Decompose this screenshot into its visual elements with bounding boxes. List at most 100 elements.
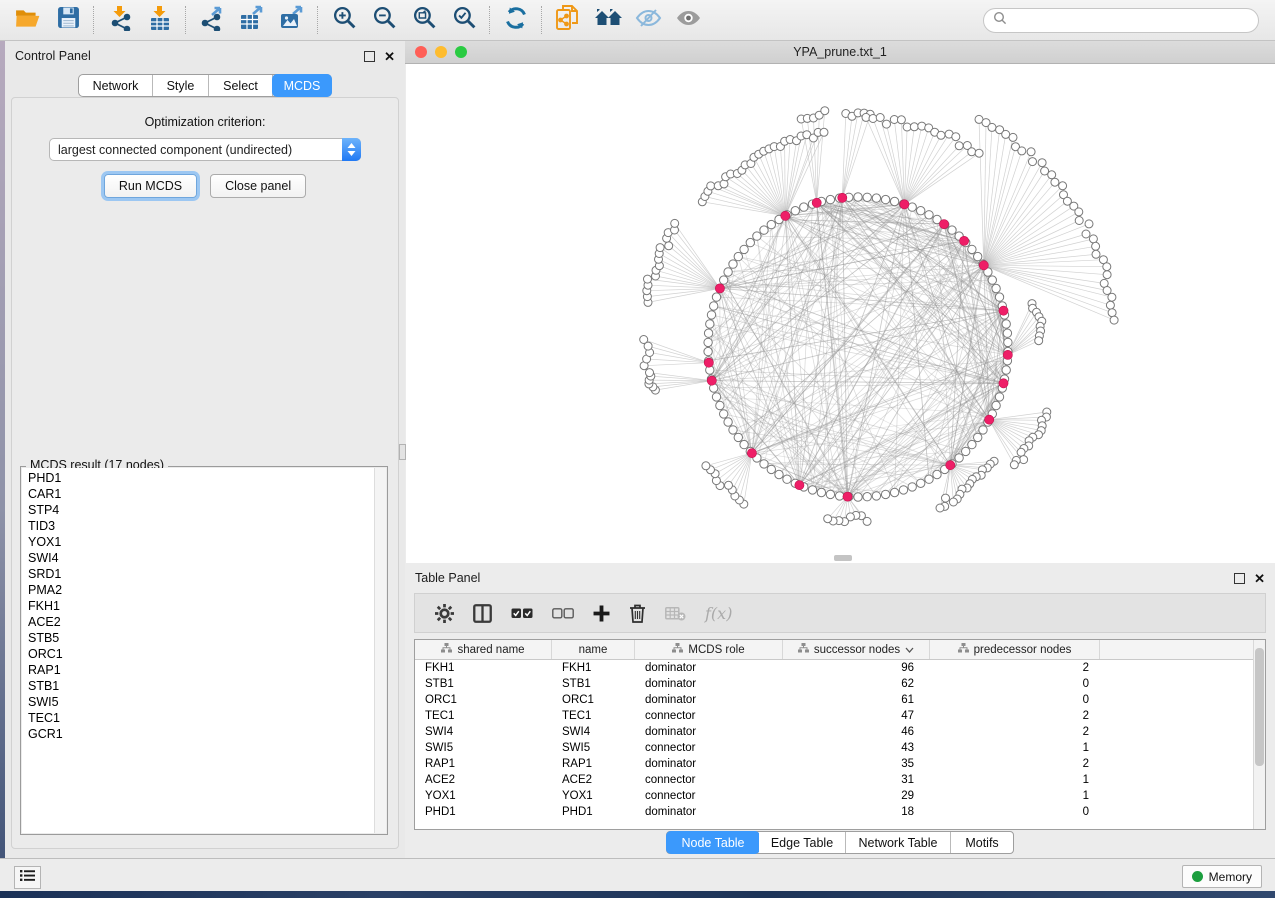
cell-MCDS-role: dominator [635,756,783,772]
table-row[interactable]: RAP1RAP1dominator352 [415,756,1265,772]
run-mcds-button[interactable]: Run MCDS [104,174,197,198]
mcds-result-item[interactable]: SRD1 [22,566,374,582]
mcds-result-item[interactable]: YOX1 [22,534,374,550]
tab-node-table[interactable]: Node Table [666,831,760,854]
mcds-result-item[interactable]: SWI5 [22,694,374,710]
select-all-button[interactable] [511,607,533,620]
refresh-button[interactable] [496,3,536,37]
mcds-result-item[interactable]: STB5 [22,630,374,646]
close-panel-icon[interactable]: ✕ [384,50,395,63]
mcds-list-scrollbar[interactable] [374,468,386,833]
import-network-button[interactable] [100,3,140,37]
save-session-button[interactable] [48,3,88,37]
search-input[interactable] [1013,12,1249,28]
zoom-fit-button[interactable] [404,3,444,37]
cell-shared-name: SWI4 [415,724,552,740]
delete-column-button[interactable] [629,604,646,623]
tab-network[interactable]: Network [79,75,153,96]
zoom-in-icon [332,5,357,35]
column-header-successor-nodes[interactable]: successor nodes [783,640,930,659]
network-hscroll-thumb[interactable] [834,555,852,561]
network-window-title: YPA_prune.txt_1 [405,45,1275,59]
table-row[interactable]: ORC1ORC1dominator610 [415,692,1265,708]
task-history-button[interactable] [14,866,41,889]
mcds-result-item[interactable]: STB1 [22,678,374,694]
mcds-result-item[interactable]: PMA2 [22,582,374,598]
mcds-result-item[interactable]: TID3 [22,518,374,534]
show-columns-button[interactable] [473,604,492,623]
zoom-selected-button[interactable] [444,3,484,37]
tab-motifs[interactable]: Motifs [951,832,1013,853]
close-panel-button[interactable]: Close panel [210,174,306,198]
mcds-result-item[interactable]: STP4 [22,502,374,518]
export-network-button[interactable] [192,3,232,37]
zoom-in-button[interactable] [324,3,364,37]
toolbar-separator [317,6,319,34]
mcds-result-item[interactable]: FKH1 [22,598,374,614]
zoom-out-button[interactable] [364,3,404,37]
table-row[interactable]: SWI4SWI4dominator462 [415,724,1265,740]
cell-predecessor-nodes: 0 [930,804,1100,820]
table-row[interactable]: ACE2ACE2connector311 [415,772,1265,788]
close-panel-icon[interactable]: ✕ [1254,572,1265,585]
network-canvas[interactable] [406,64,1275,563]
tab-mcds[interactable]: MCDS [272,74,332,97]
export-image-button[interactable] [272,3,312,37]
search-icon [993,11,1007,30]
import-table-button[interactable] [140,3,180,37]
table-panel-title: Table Panel [415,571,480,585]
export-table-button[interactable] [232,3,272,37]
mcds-result-groupbox: MCDS result (17 nodes) PHD1CAR1STP4TID3Y… [20,466,388,835]
table-scrollbar-thumb[interactable] [1255,648,1264,766]
duplicate-network-button[interactable] [548,3,588,37]
table-row[interactable]: PHD1PHD1dominator180 [415,804,1265,820]
tab-select[interactable]: Select [209,75,273,96]
first-neighbors-button[interactable] [588,3,628,37]
tab-network-table[interactable]: Network Table [846,832,951,853]
mcds-result-item[interactable]: TEC1 [22,710,374,726]
column-header-shared-name[interactable]: shared name [415,640,552,659]
toolbar-separator [93,6,95,34]
table-panel: Table Panel ✕ f(x) shared namenameMCDS r… [405,563,1275,858]
column-header-predecessor-nodes[interactable]: predecessor nodes [930,640,1100,659]
search-box[interactable] [983,8,1259,33]
mcds-result-list[interactable]: PHD1CAR1STP4TID3YOX1SWI4SRD1PMA2FKH1ACE2… [22,468,386,833]
table-row[interactable]: FKH1FKH1dominator962 [415,660,1265,676]
memory-button[interactable]: Memory [1182,865,1262,888]
cell-predecessor-nodes: 1 [930,788,1100,804]
cell-shared-name: ACE2 [415,772,552,788]
mcds-result-item[interactable]: ACE2 [22,614,374,630]
table-row[interactable]: YOX1YOX1connector291 [415,788,1265,804]
mcds-result-item[interactable]: GCR1 [22,726,374,742]
cell-MCDS-role: connector [635,788,783,804]
tab-style[interactable]: Style [153,75,209,96]
mcds-result-item[interactable]: CAR1 [22,486,374,502]
table-row[interactable]: STB1STB1dominator620 [415,676,1265,692]
table-row[interactable]: SWI5SWI5connector431 [415,740,1265,756]
table-settings-button[interactable] [435,604,454,623]
table-scrollbar[interactable] [1253,640,1265,829]
float-panel-icon[interactable] [1234,573,1245,584]
splitter-handle[interactable] [399,444,406,460]
open-session-button[interactable] [8,3,48,37]
column-header-MCDS-role[interactable]: MCDS role [635,640,783,659]
mcds-result-item[interactable]: RAP1 [22,662,374,678]
mcds-result-item[interactable]: ORC1 [22,646,374,662]
table-row[interactable]: TEC1TEC1connector472 [415,708,1265,724]
mcds-result-item[interactable]: PHD1 [22,470,374,486]
float-panel-icon[interactable] [364,51,375,62]
column-header-name[interactable]: name [552,640,635,659]
network-graph[interactable] [406,64,1275,562]
shared-column-icon [441,643,452,656]
cell-shared-name: ORC1 [415,692,552,708]
cell-name: SWI4 [552,724,635,740]
hide-selected-button[interactable] [628,3,668,37]
unselect-all-button[interactable] [552,607,574,620]
optimization-criterion-select[interactable]: largest connected component (undirected) [49,138,361,161]
tab-edge-table[interactable]: Edge Table [759,832,846,853]
folder-open-icon [15,7,41,34]
show-all-button[interactable] [668,3,708,37]
network-window-titlebar[interactable]: YPA_prune.txt_1 [405,41,1275,64]
mcds-result-item[interactable]: SWI4 [22,550,374,566]
create-column-button[interactable] [593,605,610,622]
